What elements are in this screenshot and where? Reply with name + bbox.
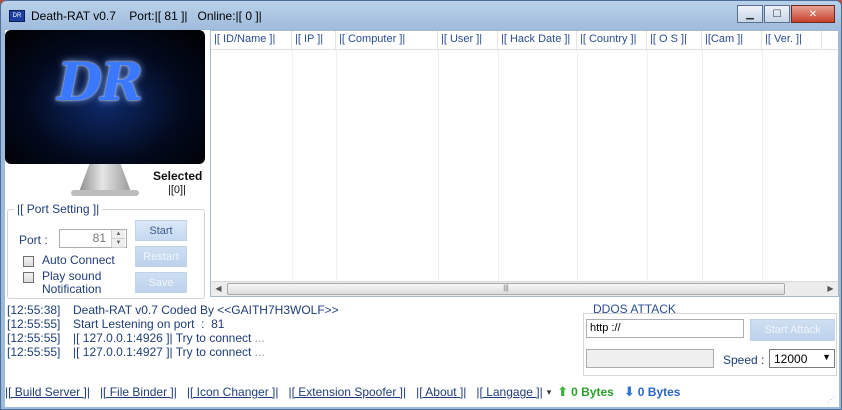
window-title: Death-RAT v0.7 Port:|[ 81 ]| Online:|[ 0…	[31, 8, 262, 23]
download-counter: ⬇ 0 Bytes	[624, 384, 681, 400]
maximize-icon: ☐	[772, 8, 782, 20]
maximize-button[interactable]: ☐	[764, 5, 790, 23]
log-message: Start Lestening on port : 81	[73, 317, 225, 331]
language-caret-icon[interactable]: ▾	[547, 387, 552, 398]
grid-body[interactable]	[211, 50, 838, 281]
log-line: [12:55:55] |[ 127.0.0.1:4927 ]| Try to c…	[7, 345, 567, 359]
log-time: [12:55:55]	[7, 331, 61, 345]
language-link[interactable]: |[ Langage ]|	[476, 385, 542, 399]
stepper-up-icon[interactable]: ▲	[112, 230, 125, 239]
play-sound-checkbox[interactable]	[23, 272, 34, 283]
selected-count: |[0]|	[168, 184, 186, 196]
column-header-ip[interactable]: |[ IP ]|	[292, 31, 336, 49]
auto-connect-option[interactable]: Auto Connect	[23, 254, 115, 267]
grid-col-divider	[577, 50, 578, 281]
icon-changer-link[interactable]: |[ Icon Changer ]|	[187, 385, 279, 399]
column-header-cam[interactable]: |[Cam ]|	[702, 31, 762, 49]
download-bytes: 0 Bytes	[637, 385, 681, 399]
app-icon: DR	[9, 9, 25, 22]
port-label: Port :	[19, 233, 48, 247]
start-button[interactable]: Start	[135, 220, 187, 241]
column-header-computer[interactable]: |[ Computer ]|	[336, 31, 438, 49]
grid-col-divider	[762, 50, 763, 281]
column-header-country[interactable]: |[ Country ]|	[577, 31, 647, 49]
auto-connect-checkbox[interactable]	[23, 256, 34, 267]
speed-select[interactable]: 12000 ▼	[769, 349, 835, 368]
monitor-base	[71, 190, 139, 196]
grid-col-divider	[438, 50, 439, 281]
ddos-progress-field	[586, 349, 714, 368]
column-header-user[interactable]: |[ User ]|	[438, 31, 498, 49]
monitor-stand	[79, 164, 131, 192]
upload-counter: ⬆ 0 Bytes	[557, 384, 614, 400]
play-sound-option[interactable]: Play sound Notification	[23, 270, 122, 296]
column-header-hack-date[interactable]: |[ Hack Date ]|	[498, 31, 577, 49]
minimize-button[interactable]: ▁	[737, 5, 763, 23]
title-bar[interactable]: DR Death-RAT v0.7 Port:|[ 81 ]| Online:|…	[1, 1, 841, 30]
scroll-thumb[interactable]: |||	[227, 283, 785, 295]
log-message: |[ 127.0.0.1:4927 ]| Try to connect	[73, 345, 255, 359]
port-stepper[interactable]: ▲ ▼	[111, 230, 125, 248]
grid-header: |[ ID/Name ]| |[ IP ]| |[ Computer ]| |[…	[211, 31, 838, 50]
log-message: Death-RAT v0.7 Coded By <<GAITH7H3WOLF>>	[73, 303, 339, 317]
play-sound-label: Play sound Notification	[42, 269, 102, 296]
log-line: [12:55:55] Start Lestening on port : 81	[7, 317, 567, 331]
logo-screen: DR	[5, 30, 205, 164]
build-server-link[interactable]: |[ Build Server ]|	[5, 385, 90, 399]
minimize-icon: ▁	[746, 8, 754, 20]
ddos-url-input[interactable]: http ://	[586, 319, 744, 338]
restart-button[interactable]: Restart	[135, 246, 187, 267]
app-logo: DR	[57, 52, 143, 113]
auto-connect-label: Auto Connect	[42, 253, 115, 267]
scroll-left-icon[interactable]: ◀	[211, 282, 226, 296]
column-header-id-name[interactable]: |[ ID/Name ]|	[211, 31, 292, 49]
horizontal-scrollbar[interactable]: ◀ ||| ▶	[211, 281, 838, 296]
grid-col-divider	[498, 50, 499, 281]
download-arrow-icon: ⬇	[623, 384, 635, 399]
speed-label: Speed :	[723, 353, 765, 367]
extension-spoofer-link[interactable]: |[ Extension Spoofer ]|	[289, 385, 407, 399]
close-icon: ✕	[808, 8, 818, 20]
bottom-menu: |[ Build Server ]| |[ File Binder ]| |[ …	[5, 383, 839, 401]
upload-arrow-icon: ⬆	[557, 384, 569, 399]
main-window: DR Death-RAT v0.7 Port:|[ 81 ]| Online:|…	[0, 0, 842, 410]
upload-bytes: 0 Bytes	[571, 385, 614, 399]
file-binder-link[interactable]: |[ File Binder ]|	[100, 385, 177, 399]
column-header-ver[interactable]: |[ Ver. ]|	[762, 31, 822, 49]
start-attack-button[interactable]: Start Attack	[750, 319, 835, 341]
grid-col-divider	[292, 50, 293, 281]
event-log[interactable]: [12:55:38] Death-RAT v0.7 Coded By <<GAI…	[7, 303, 567, 375]
client-area: DR Selected |[0]| |[ Port Setting ]| Por…	[5, 30, 839, 407]
ddos-title: DDOS ATTACK	[593, 302, 676, 316]
log-line: [12:55:55] |[ 127.0.0.1:4926 ]| Try to c…	[7, 331, 567, 345]
log-message: |[ 127.0.0.1:4926 ]| Try to connect	[73, 331, 255, 345]
grid-col-divider	[702, 50, 703, 281]
selected-label: Selected	[153, 169, 203, 183]
resize-grip-icon[interactable]: ⋰	[827, 395, 837, 405]
scroll-right-icon[interactable]: ▶	[823, 282, 838, 296]
victims-grid[interactable]: |[ ID/Name ]| |[ IP ]| |[ Computer ]| |[…	[210, 30, 839, 297]
log-time: [12:55:55]	[7, 345, 61, 359]
column-header-os[interactable]: |[ O S ]|	[647, 31, 702, 49]
save-button[interactable]: Save	[135, 272, 187, 293]
grid-col-divider	[647, 50, 648, 281]
speed-value: 12000	[774, 352, 808, 366]
port-setting-title: |[ Port Setting ]|	[14, 202, 103, 216]
window-controls: ▁ ☐ ✕	[736, 5, 835, 23]
log-time: [12:55:38]	[7, 303, 61, 317]
stepper-down-icon[interactable]: ▼	[112, 239, 125, 248]
grid-col-divider	[336, 50, 337, 281]
log-dots: ...	[254, 331, 265, 345]
close-button[interactable]: ✕	[791, 5, 835, 23]
chevron-down-icon[interactable]: ▼	[822, 352, 831, 362]
log-time: [12:55:55]	[7, 317, 61, 331]
log-line: [12:55:38] Death-RAT v0.7 Coded By <<GAI…	[7, 303, 567, 317]
log-dots: ...	[254, 345, 265, 359]
about-link[interactable]: |[ About ]|	[416, 385, 466, 399]
